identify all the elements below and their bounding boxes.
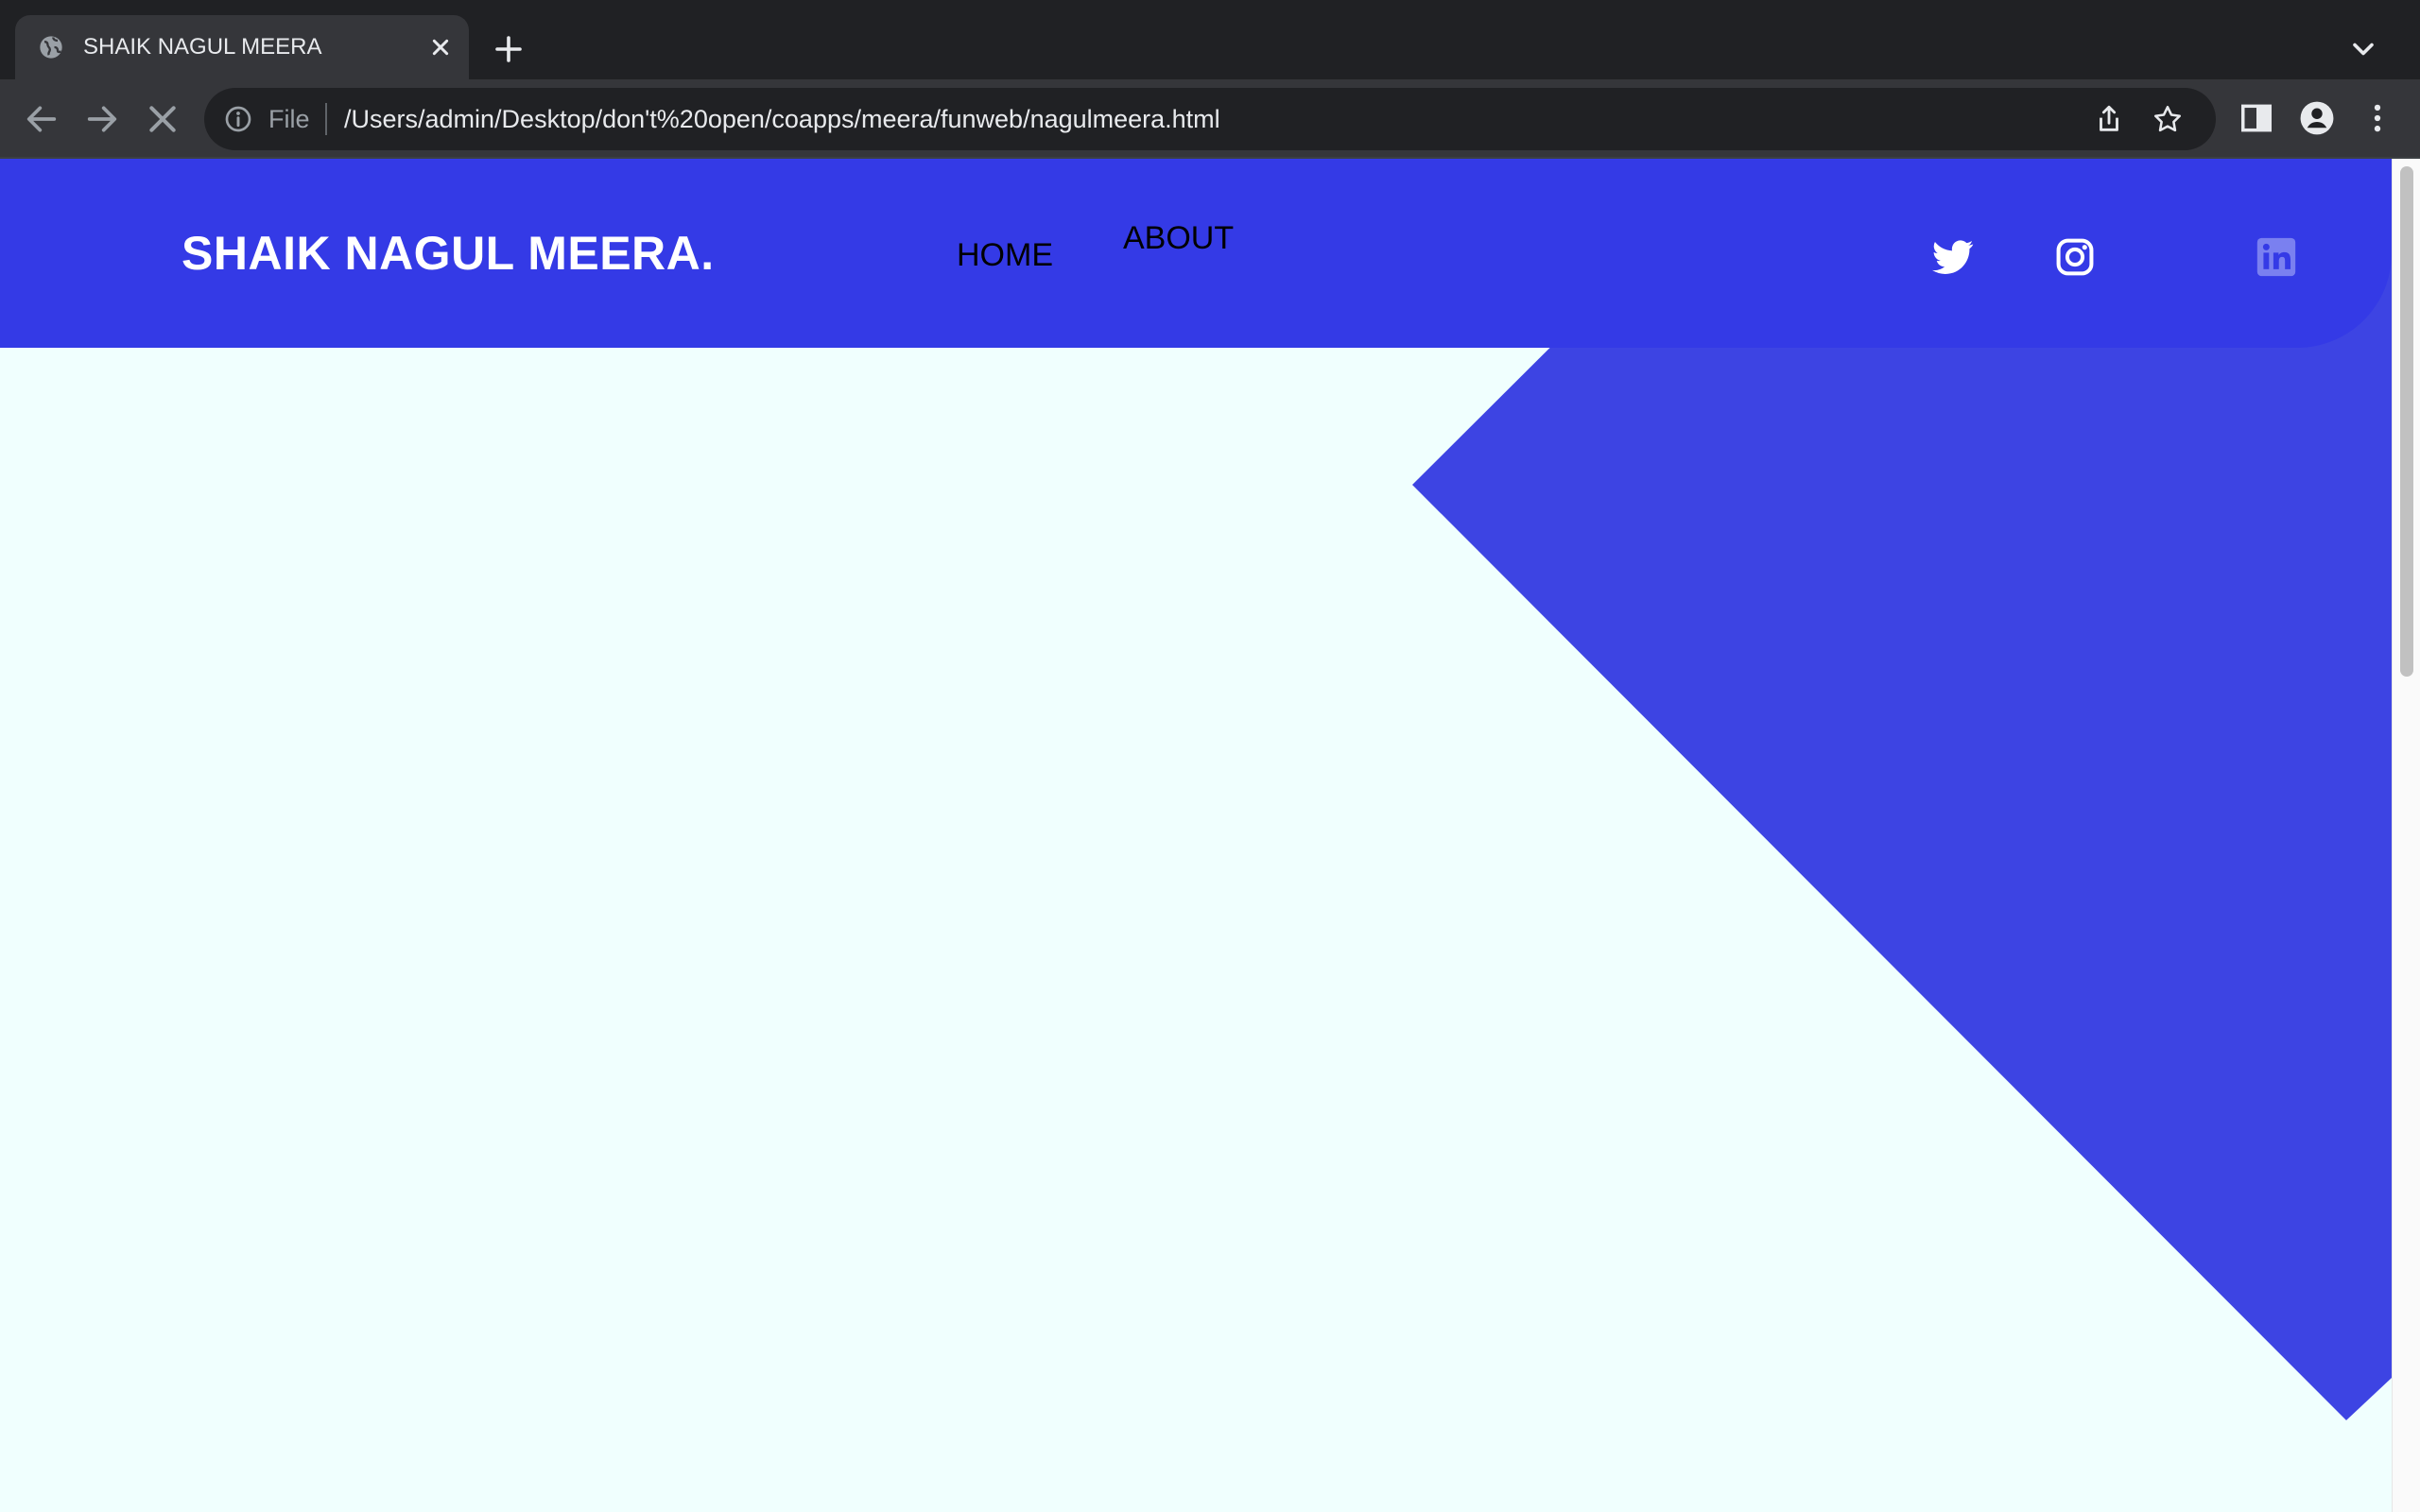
scrollbar-thumb[interactable] bbox=[2400, 166, 2413, 677]
chevron-down-icon[interactable] bbox=[2346, 32, 2380, 66]
browser-tab[interactable]: SHAIK NAGUL MEERA bbox=[15, 15, 469, 79]
site-brand[interactable]: SHAIK NAGUL MEERA. bbox=[182, 227, 715, 280]
side-panel-icon[interactable] bbox=[2238, 100, 2274, 136]
info-icon[interactable] bbox=[223, 104, 253, 134]
decorative-diamond-shape bbox=[1412, 225, 2392, 1420]
share-icon[interactable] bbox=[2093, 103, 2125, 135]
arrow-right-icon[interactable] bbox=[83, 100, 121, 138]
nav-link-about[interactable]: ABOUT bbox=[1123, 219, 1234, 257]
tab-strip: SHAIK NAGUL MEERA bbox=[0, 0, 2420, 79]
instagram-icon[interactable] bbox=[2054, 236, 2096, 278]
browser-toolbar: File /Users/admin/Desktop/don't%20open/c… bbox=[0, 79, 2420, 159]
address-bar[interactable]: File /Users/admin/Desktop/don't%20open/c… bbox=[204, 88, 2216, 150]
url-separator bbox=[325, 103, 327, 135]
globe-icon bbox=[40, 36, 62, 59]
stop-loading-icon[interactable] bbox=[144, 100, 182, 138]
url-text[interactable]: /Users/admin/Desktop/don't%20open/coapps… bbox=[344, 104, 1220, 134]
more-vertical-icon[interactable] bbox=[2360, 100, 2395, 136]
star-icon[interactable] bbox=[2152, 103, 2184, 135]
nav-link-home[interactable]: HOME bbox=[957, 236, 1053, 274]
linkedin-icon[interactable] bbox=[2256, 236, 2297, 278]
close-icon[interactable] bbox=[425, 32, 456, 62]
page-viewport: SHAIK NAGUL MEERA. HOME ABOUT bbox=[0, 159, 2420, 1512]
tab-title: SHAIK NAGUL MEERA bbox=[83, 34, 322, 60]
page-scrollbar[interactable] bbox=[2392, 159, 2420, 1512]
twitter-icon[interactable] bbox=[1932, 236, 1974, 278]
plus-icon[interactable] bbox=[492, 32, 526, 66]
profile-icon[interactable] bbox=[2299, 100, 2335, 136]
arrow-left-icon[interactable] bbox=[23, 100, 60, 138]
url-scheme: File bbox=[268, 105, 310, 133]
site-header: SHAIK NAGUL MEERA. HOME ABOUT bbox=[0, 159, 2392, 348]
